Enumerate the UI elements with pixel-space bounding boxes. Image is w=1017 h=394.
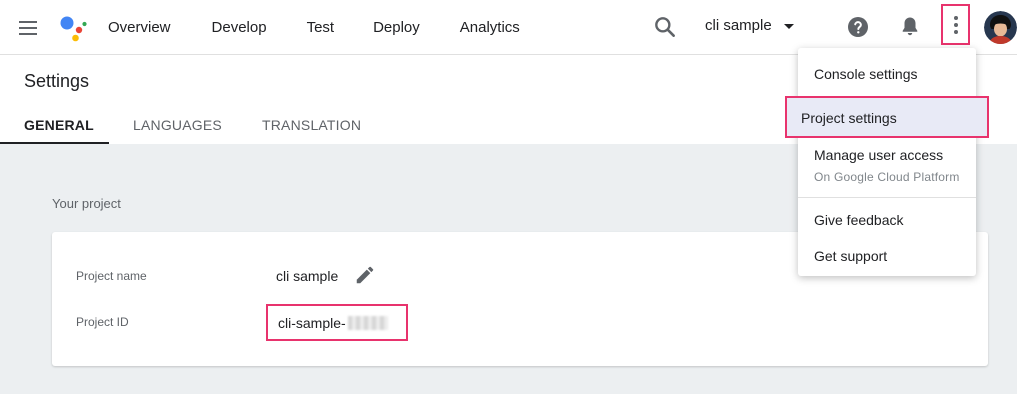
menu-item-manage-user-access-sublabel: On Google Cloud Platform [814,170,960,184]
search-icon[interactable] [652,14,678,40]
menu-item-get-support[interactable]: Get support [814,248,887,264]
nav-deploy[interactable]: Deploy [373,19,420,36]
project-name-value: cli sample [276,268,339,284]
chevron-down-icon [783,24,794,29]
page-title: Settings [24,71,90,91]
more-vert-icon[interactable] [941,4,970,45]
nav-overview[interactable]: Overview [108,19,171,36]
avatar[interactable] [984,11,1017,44]
hamburger-menu-icon[interactable] [14,14,42,42]
help-icon[interactable] [846,15,870,39]
tab-general[interactable]: GENERAL [0,117,109,144]
redacted-blur [348,316,388,330]
menu-item-give-feedback[interactable]: Give feedback [814,212,904,228]
menu-divider [798,197,976,198]
menu-item-project-settings-label: Project settings [801,110,897,126]
tab-translation[interactable]: TRANSLATION [262,117,361,144]
project-id-label: Project ID [76,315,129,329]
top-app-bar: Overview Develop Test Deploy Analytics c… [0,0,1017,55]
project-id-highlight: cli-sample- [266,304,408,341]
nav-develop[interactable]: Develop [212,19,267,36]
pencil-icon[interactable] [354,264,376,286]
project-selector-label: cli sample [705,17,772,34]
project-id-value: cli-sample- [278,315,346,331]
nav-test[interactable]: Test [307,19,335,36]
menu-item-console-settings[interactable]: Console settings [814,66,918,82]
menu-item-manage-user-access[interactable]: Manage user access [814,147,943,163]
google-assistant-logo[interactable] [59,12,89,42]
more-options-menu: Console settings Project settings Manage… [785,48,989,276]
project-name-label: Project name [76,269,147,283]
section-label-your-project: Your project [52,196,121,211]
nav-analytics[interactable]: Analytics [460,19,520,36]
project-selector[interactable]: cli sample [705,17,794,34]
bell-icon[interactable] [898,14,922,38]
menu-item-project-settings[interactable]: Project settings [785,96,989,138]
tab-languages[interactable]: LANGUAGES [133,117,262,144]
main-nav: Overview Develop Test Deploy Analytics [108,0,520,55]
settings-tabs: GENERAL LANGUAGES TRANSLATION [0,117,361,144]
